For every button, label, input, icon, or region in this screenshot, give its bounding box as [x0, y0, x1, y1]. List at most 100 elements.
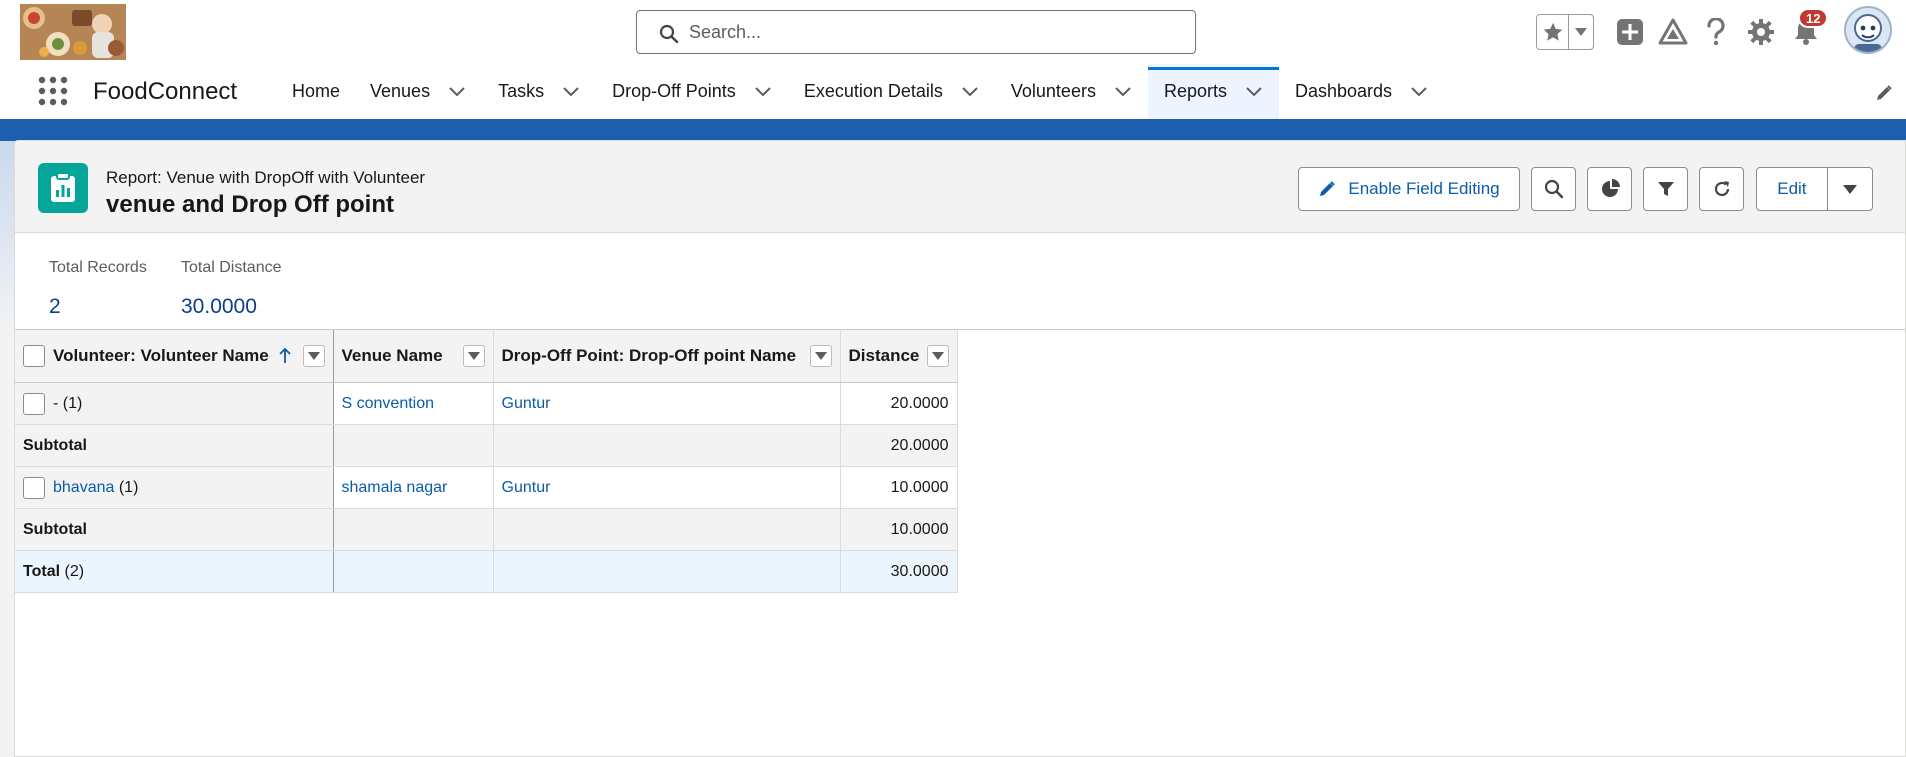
- filter-button[interactable]: [1643, 167, 1688, 211]
- app-launcher-icon[interactable]: [38, 76, 68, 106]
- select-all-checkbox[interactable]: [23, 345, 45, 367]
- venue-cell: shamala nagar: [333, 466, 494, 509]
- nav-tab-label: Tasks: [498, 81, 545, 101]
- chevron-down-icon[interactable]: [754, 83, 772, 101]
- table-header-row: Volunteer: Volunteer Name Venue Name Dro…: [15, 330, 958, 383]
- search-icon: [1544, 179, 1563, 199]
- column-menu-icon[interactable]: [926, 345, 949, 367]
- nav-tab-label: Home: [292, 81, 341, 101]
- table-row: bhavana (1) shamala nagar Guntur 10.0000: [15, 466, 958, 509]
- chart-button[interactable]: [1587, 167, 1632, 211]
- summary-total-records: Total Records 2: [49, 259, 147, 319]
- group-name: -: [53, 394, 59, 412]
- report-table: Volunteer: Volunteer Name Venue Name Dro…: [15, 330, 958, 593]
- setup-gear-icon[interactable]: [1745, 16, 1777, 48]
- chevron-down-icon[interactable]: [448, 83, 466, 101]
- summary-value: 2: [49, 295, 61, 318]
- edit-button-group: Edit: [1756, 167, 1873, 211]
- venue-link[interactable]: shamala nagar: [342, 479, 448, 496]
- report-icon: [38, 163, 88, 213]
- venue-cell: S convention: [333, 382, 494, 425]
- row-checkbox[interactable]: [23, 392, 45, 415]
- row-checkbox[interactable]: [23, 476, 45, 499]
- org-logo[interactable]: [20, 4, 126, 60]
- summary-value: 30.0000: [181, 295, 257, 318]
- brand-band-stripe: [0, 119, 1906, 141]
- nav-tab-label: Volunteers: [1010, 81, 1096, 101]
- chevron-down-icon[interactable]: [562, 83, 580, 101]
- distance-cell: 20.0000: [840, 382, 958, 425]
- empty-cell: [333, 550, 494, 593]
- report-title: venue and Drop Off point: [106, 191, 394, 218]
- column-menu-icon[interactable]: [809, 345, 832, 367]
- enable-field-editing-button[interactable]: Enable Field Editing: [1298, 167, 1520, 211]
- group-count: (1): [62, 394, 83, 412]
- nav-tab-label: Drop-Off Points: [612, 81, 736, 101]
- subtotal-row: Subtotal 10.0000: [15, 508, 958, 551]
- column-header-distance[interactable]: Distance: [840, 330, 958, 383]
- venue-link[interactable]: S convention: [342, 395, 435, 412]
- total-label-cell: Total (2): [15, 550, 334, 593]
- chevron-down-icon[interactable]: [1245, 83, 1263, 101]
- report-header: Report: Venue with DropOff with Voluntee…: [15, 141, 1905, 233]
- search-report-button[interactable]: [1531, 167, 1576, 211]
- nav-tab-dashboards[interactable]: Dashboards: [1279, 64, 1444, 119]
- table-row: - (1) S convention Guntur 20.0000: [15, 382, 958, 425]
- nav-tab-reports[interactable]: Reports: [1147, 64, 1280, 119]
- group-name-link[interactable]: bhavana: [53, 479, 114, 497]
- edit-nav-pencil-icon[interactable]: [1875, 84, 1893, 102]
- nav-tab-venues[interactable]: Venues: [354, 64, 482, 119]
- app-name: FoodConnect: [93, 78, 238, 105]
- drop-off-cell: Guntur: [493, 382, 841, 425]
- summary-total-distance: Total Distance 30.0000: [181, 259, 282, 319]
- nav-tab-drop-off-points[interactable]: Drop-Off Points: [596, 64, 788, 119]
- user-avatar[interactable]: [1844, 6, 1892, 54]
- group-cell: - (1): [15, 382, 334, 425]
- search-input[interactable]: [689, 19, 1179, 45]
- nav-tab-tasks[interactable]: Tasks: [482, 64, 596, 119]
- search-icon: [659, 24, 679, 44]
- drop-off-link[interactable]: Guntur: [502, 479, 551, 496]
- chevron-down-icon[interactable]: [1114, 83, 1132, 101]
- column-header-venue-name[interactable]: Venue Name: [333, 330, 494, 383]
- nav-tab-home[interactable]: Home: [276, 64, 354, 119]
- summary-label: Total Distance: [181, 259, 282, 276]
- add-icon[interactable]: [1614, 16, 1646, 48]
- distance-cell: 10.0000: [840, 466, 958, 509]
- trailhead-icon[interactable]: [1657, 16, 1689, 48]
- more-actions-button[interactable]: [1828, 168, 1872, 210]
- favorites-star-icon[interactable]: [1537, 15, 1570, 49]
- total-label: Total: [23, 562, 61, 580]
- subtotal-label: Subtotal: [15, 508, 334, 551]
- subtotal-value: 20.0000: [840, 424, 958, 467]
- report-type-label: Report: Venue with DropOff with Voluntee…: [106, 168, 426, 187]
- drop-off-link[interactable]: Guntur: [502, 395, 551, 412]
- nav-tab-execution-details[interactable]: Execution Details: [788, 64, 995, 119]
- sort-ascending-arrow-icon[interactable]: [279, 348, 291, 364]
- nav-tab-label: Venues: [370, 81, 431, 101]
- empty-cell: [333, 508, 494, 551]
- help-icon[interactable]: [1700, 16, 1732, 48]
- chevron-down-icon[interactable]: [1410, 83, 1428, 101]
- empty-cell: [493, 424, 841, 467]
- refresh-button[interactable]: [1699, 167, 1744, 211]
- global-search[interactable]: [636, 10, 1196, 54]
- column-menu-icon[interactable]: [302, 345, 325, 367]
- column-menu-icon[interactable]: [462, 345, 485, 367]
- chevron-down-icon[interactable]: [961, 83, 979, 101]
- enable-field-editing-label: Enable Field Editing: [1348, 179, 1500, 198]
- edit-button[interactable]: Edit: [1757, 168, 1828, 210]
- favorites-group: [1536, 14, 1594, 50]
- grand-total-row: Total (2) 30.0000: [15, 550, 958, 593]
- column-header-label: Distance: [848, 346, 920, 365]
- global-header: 12: [0, 0, 1906, 64]
- group-cell: bhavana (1): [15, 466, 334, 509]
- nav-tab-label: Execution Details: [803, 81, 943, 101]
- nav-tab-volunteers[interactable]: Volunteers: [995, 64, 1148, 119]
- column-header-drop-off-point[interactable]: Drop-Off Point: Drop-Off point Name: [493, 330, 841, 383]
- favorites-list-icon[interactable]: [1569, 15, 1593, 49]
- report-summary: Total Records 2 Total Distance 30.0000: [15, 233, 1905, 330]
- report-card: Report: Venue with DropOff with Voluntee…: [14, 140, 1906, 757]
- notification-count-badge: 12: [1798, 8, 1829, 28]
- column-header-volunteer-name[interactable]: Volunteer: Volunteer Name: [15, 330, 334, 383]
